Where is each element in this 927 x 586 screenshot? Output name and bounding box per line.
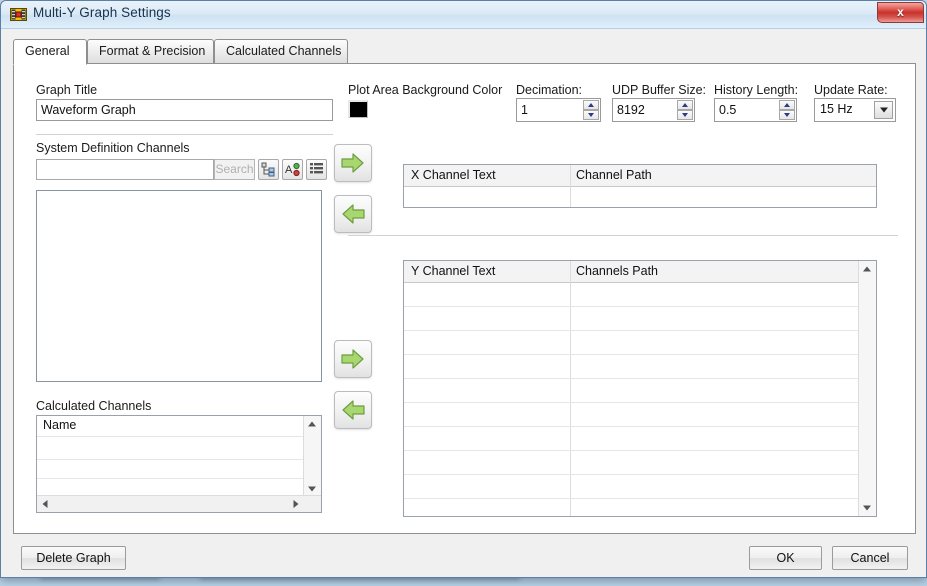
- update-rate-value: 15 Hz: [820, 102, 853, 116]
- cancel-button[interactable]: Cancel: [832, 546, 908, 570]
- update-rate-label: Update Rate:: [814, 83, 888, 97]
- plot-bg-color-swatch[interactable]: [348, 100, 368, 118]
- scroll-down-icon[interactable]: [859, 500, 875, 516]
- decimation-spin-up-icon[interactable]: [583, 100, 599, 110]
- udp-buffer-spin-buttons[interactable]: [677, 100, 693, 120]
- scroll-left-icon[interactable]: [37, 496, 53, 511]
- divider-left-top: [36, 134, 333, 135]
- y-channel-path-column: Channels Path: [576, 264, 659, 278]
- add-y-channel-button[interactable]: [334, 340, 372, 378]
- graph-title-label: Graph Title: [36, 83, 98, 97]
- tab-format-precision[interactable]: Format & Precision: [87, 39, 214, 64]
- tab-strip: General Format & Precision Calculated Ch…: [13, 39, 916, 65]
- calculated-channels-label: Calculated Channels: [36, 399, 152, 413]
- remove-x-channel-button[interactable]: [334, 195, 372, 233]
- udp-buffer-size-label: UDP Buffer Size:: [612, 83, 707, 97]
- calculated-channels-grid[interactable]: Name: [36, 415, 322, 513]
- history-length-spin-down-icon[interactable]: [779, 110, 795, 120]
- labview-vi-icon: [10, 6, 27, 23]
- window-title: Multi-Y Graph Settings: [33, 5, 171, 20]
- ok-button[interactable]: OK: [749, 546, 822, 570]
- scroll-up-icon[interactable]: [859, 261, 875, 277]
- x-channel-text-column: X Channel Text: [411, 168, 496, 182]
- tab-general[interactable]: General: [13, 39, 87, 65]
- decimation-spin-down-icon[interactable]: [583, 110, 599, 120]
- chevron-down-icon[interactable]: [874, 101, 893, 119]
- close-button[interactable]: x: [877, 2, 924, 23]
- y-channel-grid[interactable]: Y Channel Text Channels Path: [403, 260, 877, 517]
- dialog-window: Multi-Y Graph Settings x General Format …: [0, 0, 927, 578]
- system-definition-channels-list[interactable]: [36, 190, 322, 382]
- decimation-spin-buttons[interactable]: [583, 100, 599, 120]
- svg-text:A: A: [285, 164, 293, 176]
- screen: Multi-Y Graph Settings x General Format …: [0, 0, 927, 586]
- udp-buffer-spin-down-icon[interactable]: [677, 110, 693, 120]
- list-view-icon[interactable]: [306, 159, 327, 180]
- calculated-channels-hscrollbar[interactable]: [37, 495, 321, 512]
- history-length-spin-up-icon[interactable]: [779, 100, 795, 110]
- decimation-label: Decimation:: [516, 83, 582, 97]
- y-channel-grid-header: Y Channel Text Channels Path: [404, 261, 859, 283]
- scroll-up-icon[interactable]: [304, 416, 320, 432]
- graph-title-input[interactable]: [36, 99, 333, 121]
- add-x-channel-button[interactable]: [334, 144, 372, 182]
- scroll-right-icon[interactable]: [288, 496, 304, 511]
- search-button[interactable]: Search: [214, 159, 255, 180]
- update-rate-select[interactable]: 15 Hz: [814, 98, 896, 122]
- x-channel-grid[interactable]: X Channel Text Channel Path: [403, 164, 877, 208]
- divider-middle: [348, 235, 898, 236]
- tree-view-icon[interactable]: [258, 159, 279, 180]
- history-length-label: History Length:: [714, 83, 799, 97]
- tab-calculated-channels[interactable]: Calculated Channels: [214, 39, 348, 64]
- udp-buffer-spin-up-icon[interactable]: [677, 100, 693, 110]
- plot-bg-color-label: Plot Area Background Color: [348, 83, 503, 97]
- sort-alpha-icon[interactable]: A: [282, 159, 303, 180]
- title-bar: Multi-Y Graph Settings x: [1, 1, 926, 29]
- calculated-channels-vscrollbar[interactable]: [303, 416, 321, 497]
- x-channel-grid-header: X Channel Text Channel Path: [404, 165, 876, 187]
- y-channel-text-column: Y Channel Text: [411, 264, 496, 278]
- system-definition-channels-label: System Definition Channels: [36, 141, 190, 155]
- general-tab-panel: Graph Title Plot Area Background Color D…: [13, 63, 916, 534]
- history-length-spin-buttons[interactable]: [779, 100, 795, 120]
- y-channel-vscrollbar[interactable]: [858, 261, 876, 516]
- x-channel-path-column: Channel Path: [576, 168, 652, 182]
- calculated-channels-column-name: Name: [43, 418, 77, 432]
- remove-y-channel-button[interactable]: [334, 391, 372, 429]
- calculated-channels-header: Name: [37, 416, 304, 436]
- delete-graph-button[interactable]: Delete Graph: [21, 546, 126, 570]
- search-input[interactable]: [36, 159, 214, 180]
